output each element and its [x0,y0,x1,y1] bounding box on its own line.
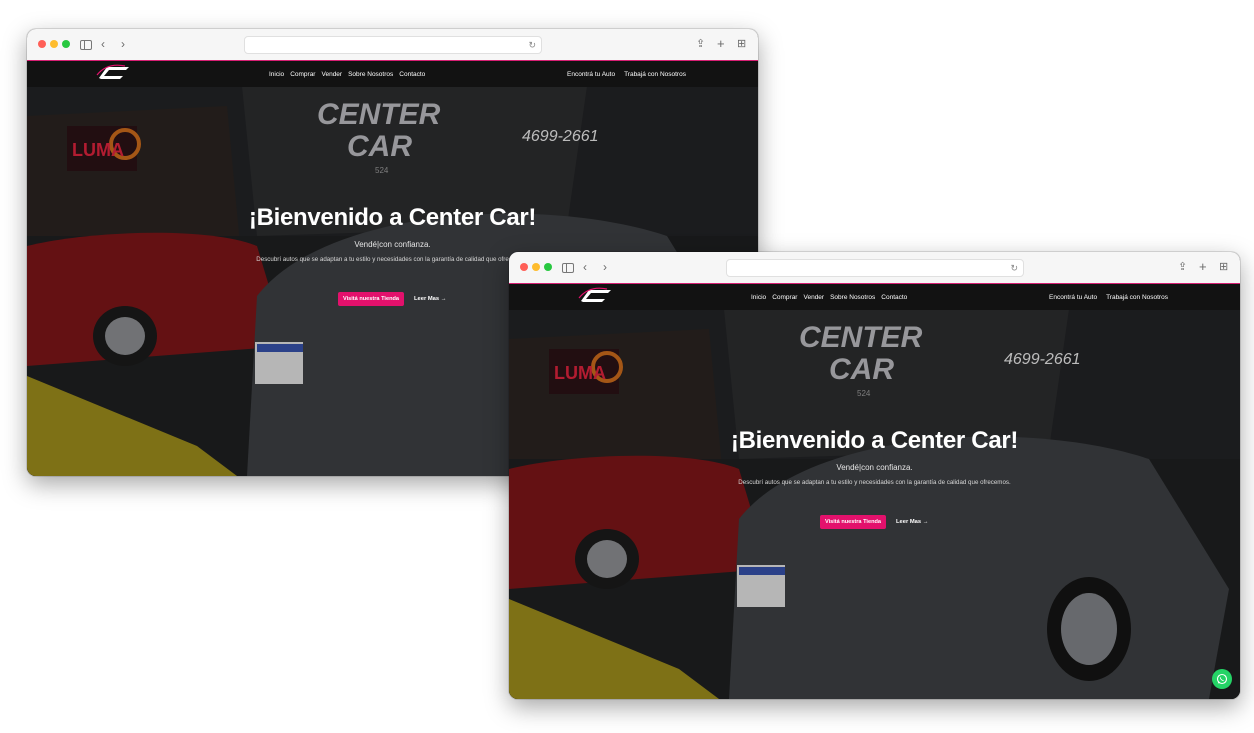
browser-toolbar: ‹ › ↻ ⇪ + ⊞ [27,29,758,61]
sidebar-toggle-icon[interactable] [80,40,92,50]
maximize-window-button[interactable] [544,263,552,271]
tab-overview-icon[interactable]: ⊞ [737,36,746,52]
nav-link-encontra-tu-auto[interactable]: Encontrá tu Auto [1049,294,1097,301]
minimize-window-button[interactable] [532,263,540,271]
read-more-link[interactable]: Leer Mas → [896,515,929,529]
nav-link-sobre-nosotros[interactable]: Sobre Nosotros [348,71,393,78]
nav-link-contacto[interactable]: Contacto [881,294,907,301]
secondary-menu: Encontrá tu Auto Trabajá con Nosotros [567,61,686,87]
forward-icon[interactable]: › [121,36,125,52]
close-window-button[interactable] [38,40,46,48]
nav-link-vender[interactable]: Vender [321,71,342,78]
nav-link-trabaja-con-nosotros[interactable]: Trabajá con Nosotros [1106,294,1168,301]
nav-link-contacto[interactable]: Contacto [399,71,425,78]
address-bar[interactable]: ↻ [726,259,1024,277]
browser-toolbar: ‹ › ↻ ⇪ + ⊞ [509,252,1240,284]
center-car-logo-icon[interactable] [95,64,131,82]
visit-store-button[interactable]: Visitá nuestra Tienda [820,515,886,529]
back-icon[interactable]: ‹ [101,36,105,52]
hero-section: LUMA CENTER CAR 4699-2661 524 ¡Bienvenid… [509,309,1240,699]
address-bar[interactable]: ↻ [244,36,542,54]
nav-link-comprar[interactable]: Comprar [772,294,797,301]
browser-window-front: ‹ › ↻ ⇪ + ⊞ Inicio Comprar Vender Sobre … [509,252,1240,699]
main-menu: Inicio Comprar Vender Sobre Nosotros Con… [269,61,425,87]
nav-link-sobre-nosotros[interactable]: Sobre Nosotros [830,294,875,301]
new-tab-icon[interactable]: + [1199,259,1207,275]
main-menu: Inicio Comprar Vender Sobre Nosotros Con… [751,284,907,310]
nav-link-comprar[interactable]: Comprar [290,71,315,78]
maximize-window-button[interactable] [62,40,70,48]
center-car-logo-icon[interactable] [577,287,613,305]
nav-link-inicio[interactable]: Inicio [269,71,284,78]
sidebar-toggle-icon[interactable] [562,263,574,273]
back-icon[interactable]: ‹ [583,259,587,275]
hero-dark-overlay [509,309,1240,699]
nav-link-trabaja-con-nosotros[interactable]: Trabajá con Nosotros [624,71,686,78]
nav-link-encontra-tu-auto[interactable]: Encontrá tu Auto [567,71,615,78]
hero-description: Descubrí autos que se adaptan a tu estil… [738,479,1011,486]
reload-icon[interactable]: ↻ [1010,260,1018,276]
hero-subtitle: Vendé|con confianza. [836,463,913,472]
hero-subtitle: Vendé|con confianza. [354,240,431,249]
whatsapp-icon [1216,673,1228,685]
read-more-link[interactable]: Leer Mas → [414,292,447,306]
site-navbar: Inicio Comprar Vender Sobre Nosotros Con… [509,283,1240,310]
site-navbar: Inicio Comprar Vender Sobre Nosotros Con… [27,60,758,87]
reload-icon[interactable]: ↻ [528,37,536,53]
whatsapp-button[interactable] [1212,669,1232,689]
hero-title: ¡Bienvenido a Center Car! [248,204,537,231]
visit-store-button[interactable]: Visitá nuestra Tienda [338,292,404,306]
share-icon[interactable]: ⇪ [696,36,705,52]
share-icon[interactable]: ⇪ [1178,259,1187,275]
minimize-window-button[interactable] [50,40,58,48]
hero-description: Descubrí autos que se adaptan a tu estil… [256,256,529,263]
hero-title: ¡Bienvenido a Center Car! [730,427,1019,454]
forward-icon[interactable]: › [603,259,607,275]
close-window-button[interactable] [520,263,528,271]
nav-link-inicio[interactable]: Inicio [751,294,766,301]
tab-overview-icon[interactable]: ⊞ [1219,259,1228,275]
new-tab-icon[interactable]: + [717,36,725,52]
secondary-menu: Encontrá tu Auto Trabajá con Nosotros [1049,284,1168,310]
nav-link-vender[interactable]: Vender [803,294,824,301]
